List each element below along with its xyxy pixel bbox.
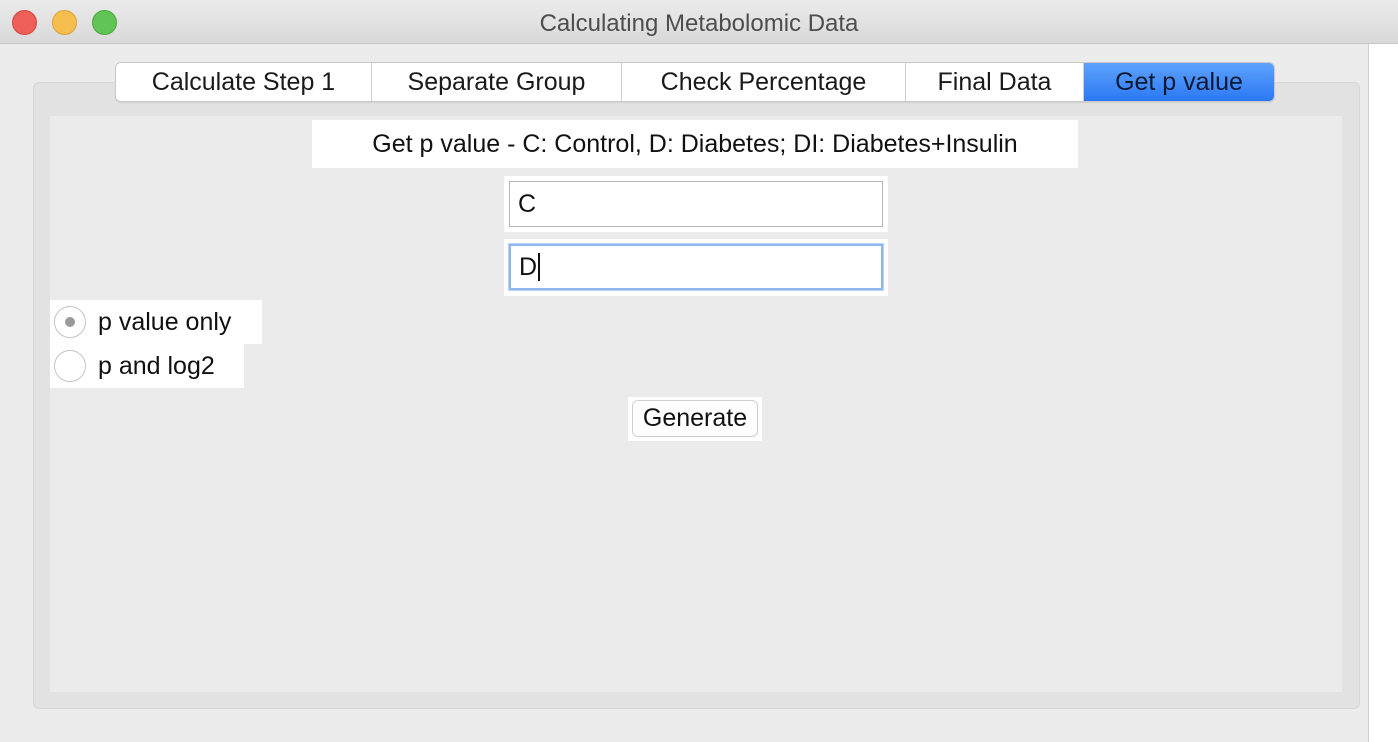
radio-option-p-and-log2[interactable]: p and log2 bbox=[50, 344, 244, 388]
tab-calculate-step-1[interactable]: Calculate Step 1 bbox=[116, 63, 372, 101]
generate-button[interactable]: Generate bbox=[632, 400, 758, 437]
tab-separate-group[interactable]: Separate Group bbox=[372, 63, 622, 101]
group2-input[interactable]: D bbox=[509, 244, 883, 290]
group1-input[interactable]: C bbox=[509, 181, 883, 227]
app-window: Calculating Metabolomic Data Calculate S… bbox=[0, 0, 1398, 742]
group1-input-value: C bbox=[518, 189, 537, 218]
radio-label-p-and-log2: p and log2 bbox=[98, 351, 215, 380]
tab-bar: Calculate Step 1 Separate Group Check Pe… bbox=[115, 62, 1275, 102]
group2-input-value: D bbox=[519, 252, 538, 281]
panel-heading: Get p value - C: Control, D: Diabetes; D… bbox=[312, 120, 1078, 168]
radio-label-p-value-only: p value only bbox=[98, 307, 232, 336]
tab-check-percentage[interactable]: Check Percentage bbox=[622, 63, 906, 101]
tab-get-p-value[interactable]: Get p value bbox=[1084, 63, 1274, 101]
group1-field-container: C bbox=[504, 176, 888, 232]
window-title: Calculating Metabolomic Data bbox=[539, 10, 859, 37]
radio-option-p-value-only[interactable]: p value only bbox=[50, 300, 262, 344]
radio-button-p-and-log2[interactable] bbox=[54, 350, 86, 382]
radio-selected-dot bbox=[65, 317, 75, 327]
group2-field-container: D bbox=[504, 239, 888, 296]
radio-button-p-value-only[interactable] bbox=[54, 306, 86, 338]
tab-final-data[interactable]: Final Data bbox=[906, 63, 1084, 101]
background-window-edge bbox=[1368, 44, 1398, 742]
title-bar: Calculating Metabolomic Data bbox=[0, 0, 1398, 44]
generate-button-container: Generate bbox=[628, 397, 762, 441]
text-caret bbox=[538, 253, 541, 281]
